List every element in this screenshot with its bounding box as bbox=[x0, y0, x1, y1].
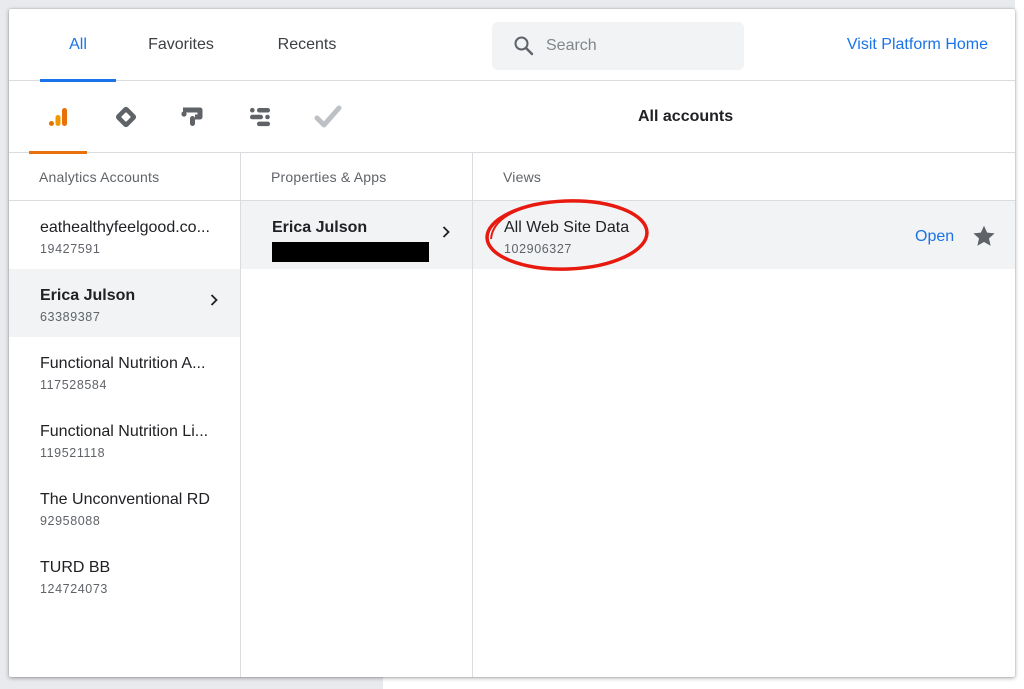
chevron-right-icon bbox=[442, 226, 450, 238]
background-page-edge bbox=[1015, 0, 1024, 689]
tab-recents[interactable]: Recents bbox=[261, 9, 353, 81]
account-name: The Unconventional RD bbox=[40, 491, 210, 508]
account-row[interactable]: Functional Nutrition A... 117528584 bbox=[9, 337, 240, 405]
view-name: All Web Site Data bbox=[504, 219, 630, 236]
product-optimize[interactable] bbox=[163, 81, 221, 153]
properties-column: Properties & Apps Erica Julson bbox=[241, 153, 473, 677]
account-name: Functional Nutrition A... bbox=[40, 355, 206, 372]
account-row[interactable]: Functional Nutrition Li... 119521118 bbox=[9, 405, 240, 473]
properties-header: Properties & Apps bbox=[241, 153, 472, 201]
views-header: Views bbox=[473, 153, 1015, 201]
check-icon bbox=[314, 105, 342, 128]
background-page-body bbox=[383, 676, 1024, 689]
visit-platform-home-link[interactable]: Visit Platform Home bbox=[847, 36, 988, 54]
star-icon[interactable] bbox=[971, 223, 997, 249]
property-name: Erica Julson bbox=[272, 219, 368, 236]
analytics-icon bbox=[49, 108, 67, 126]
account-row[interactable]: The Unconventional RD 92958088 bbox=[9, 473, 240, 541]
picker-header: All Favorites Recents Visit Platform Hom… bbox=[9, 9, 1015, 82]
account-row[interactable]: Erica Julson 63389387 bbox=[9, 269, 240, 337]
scope-title: All accounts bbox=[638, 108, 734, 125]
account-id: 124724073 bbox=[40, 582, 108, 596]
search-icon bbox=[514, 36, 534, 56]
product-switcher bbox=[9, 81, 1015, 154]
search-box[interactable] bbox=[492, 22, 744, 70]
view-row[interactable]: All Web Site Data 102906327 Open bbox=[473, 199, 1015, 271]
product-data-studio[interactable] bbox=[231, 81, 289, 153]
account-name: TURD BB bbox=[40, 559, 111, 576]
account-id: 63389387 bbox=[40, 310, 101, 324]
property-row[interactable]: Erica Julson bbox=[241, 201, 472, 269]
redacted-property-id bbox=[272, 242, 429, 262]
account-id: 19427591 bbox=[40, 242, 101, 256]
views-column: Views All Web Site Data 102906327 Open bbox=[473, 153, 1015, 677]
account-id: 92958088 bbox=[40, 514, 101, 528]
open-view-link[interactable]: Open bbox=[915, 228, 954, 246]
account-row[interactable]: eathealthyfeelgood.co... 19427591 bbox=[9, 201, 240, 269]
account-row[interactable]: TURD BB 124724073 bbox=[9, 541, 240, 609]
product-surveys[interactable] bbox=[299, 81, 357, 153]
accounts-column: Analytics Accounts eathealthyfeelgood.co… bbox=[9, 153, 241, 677]
data-studio-icon bbox=[250, 107, 270, 127]
accounts-header: Analytics Accounts bbox=[9, 153, 240, 201]
chevron-right-icon bbox=[210, 294, 218, 306]
product-tag-manager[interactable] bbox=[97, 81, 155, 153]
account-id: 119521118 bbox=[40, 446, 106, 460]
account-id: 117528584 bbox=[40, 378, 108, 392]
search-input[interactable] bbox=[546, 37, 726, 55]
account-name: eathealthyfeelgood.co... bbox=[40, 219, 210, 236]
product-analytics[interactable] bbox=[29, 81, 87, 154]
account-name: Erica Julson bbox=[40, 287, 136, 304]
optimize-icon bbox=[181, 107, 203, 126]
tag-manager-icon bbox=[115, 106, 137, 128]
tab-favorites[interactable]: Favorites bbox=[130, 9, 232, 81]
account-name: Functional Nutrition Li... bbox=[40, 423, 209, 440]
tab-all[interactable]: All bbox=[40, 9, 116, 82]
account-picker-panel: All Favorites Recents Visit Platform Hom… bbox=[9, 9, 1015, 677]
